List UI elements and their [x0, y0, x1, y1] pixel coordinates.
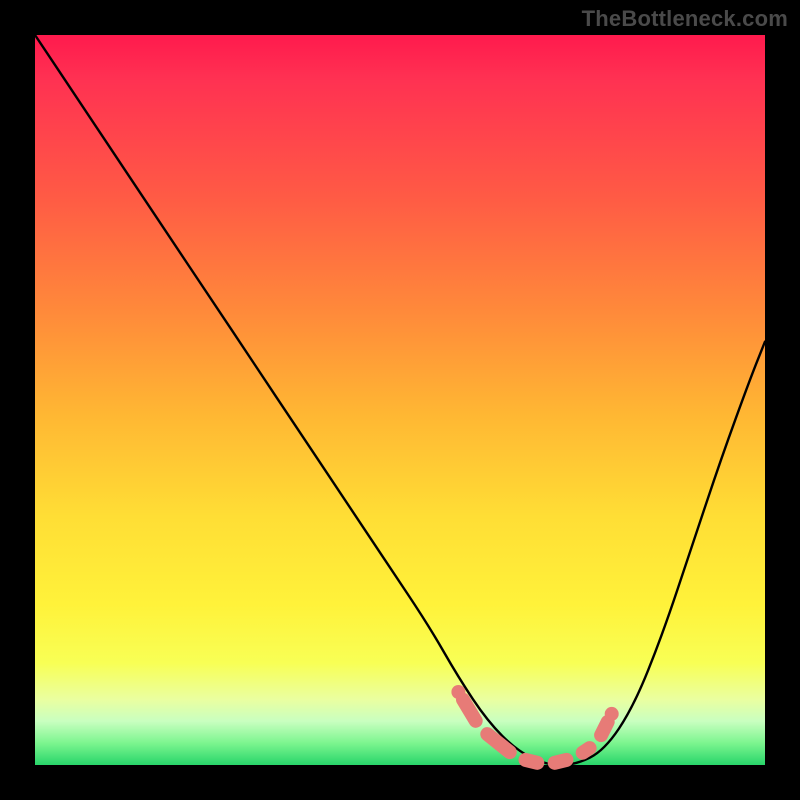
watermark-text: TheBottleneck.com	[582, 6, 788, 32]
chart-frame: TheBottleneck.com	[0, 0, 800, 800]
plot-area	[35, 35, 765, 765]
